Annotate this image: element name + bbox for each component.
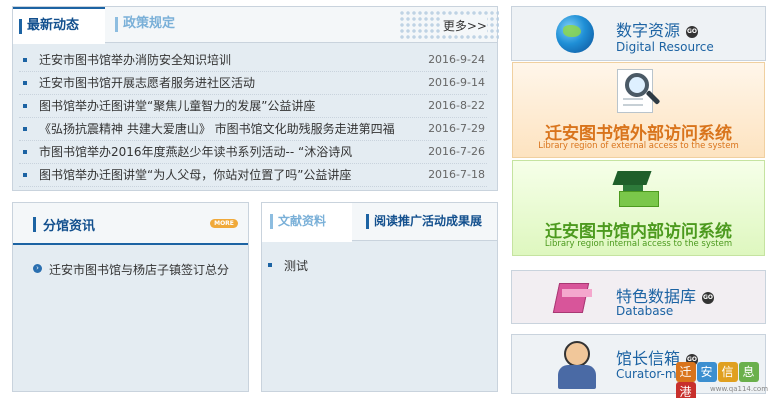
news-item[interactable]: 市图书馆举办2016年度燕赵少年读书系列活动-- “沐浴诗风 2016-7-26 [19,141,487,164]
internal-access-subtitle: Library region internal access to the sy… [544,239,733,249]
tab-policy[interactable]: 政策规定 [109,7,205,43]
news-title[interactable]: 《弘扬抗震精神 共建大爱唐山》 市图书馆文化助残服务走进第四福 [39,122,395,136]
watermark-char: 港 [676,382,696,398]
watermark-char: 安 [697,362,717,382]
watermark-url: www.qa114.com [710,385,769,393]
more-link[interactable]: 更多>> [440,17,487,34]
news-title[interactable]: 迁安市图书馆开展志愿者服务进社区活动 [39,76,255,90]
bullet-icon [23,173,27,177]
tab-label: 政策规定 [123,16,176,31]
news-tabs: 最新动态 政策规定 更多>> [13,7,499,44]
bullet-icon [23,127,27,131]
document-line [623,104,643,106]
tab-marker [115,17,118,32]
tab-reading-promotion[interactable]: 阅读推广活动成果展 [358,203,482,241]
internal-access-link[interactable]: 迁安图书馆内部访问系统 Library region internal acce… [512,160,765,256]
news-title[interactable]: 市图书馆举办2016年度燕赵少年读书系列活动-- “沐浴诗风 [39,145,352,159]
person-icon [564,341,590,367]
graduation-cap-icon [612,171,652,185]
news-date: 2016-8-22 [428,99,485,112]
news-title[interactable]: 图书馆举办迁图讲堂“为人父母，你站对位置了吗”公益讲座 [39,168,351,182]
arrow-circle-icon: › [33,264,42,273]
special-database-link[interactable]: 特色数据库 GO Database [511,270,766,324]
tab-latest-news[interactable]: 最新动态 [13,7,105,44]
docs-tabs: 文献资料 阅读推广活动成果展 [262,203,497,242]
globe-icon [556,15,594,53]
tab-label: 最新动态 [27,18,80,33]
news-date: 2016-7-29 [428,122,485,135]
document-line [623,98,643,100]
watermark-char: 迁 [676,362,696,382]
docs-item[interactable]: 测试 [268,257,308,274]
book-stack-icon [552,279,594,317]
news-date: 2016-9-14 [428,76,485,89]
news-item[interactable]: 迁安市图书馆举办消防安全知识培训 2016-9-24 [19,49,487,72]
bullet-icon [23,58,27,62]
bullet-icon [23,81,27,85]
news-title[interactable]: 图书馆举办迁图讲堂“聚焦儿童智力的发展”公益讲座 [39,99,315,113]
person-body [558,365,596,389]
news-item[interactable]: 迁安市图书馆开展志愿者服务进社区活动 2016-9-14 [19,72,487,95]
digital-resource-subtitle: Digital Resource [616,40,714,54]
special-database-subtitle: Database [616,304,674,318]
curator-mail-label: 馆长信箱 [616,349,681,368]
docs-item-title[interactable]: 测试 [284,259,308,273]
branch-news-panel: 分馆资讯 MORE › 迁安市图书馆与杨店子镇签订总分 [12,202,249,392]
tab-marker [366,214,369,229]
external-access-subtitle: Library region of external access to the… [538,141,739,151]
tab-marker [19,19,22,34]
bullet-icon [23,150,27,154]
book-cover [552,283,590,313]
news-date: 2016-9-24 [428,53,485,66]
tab-documents[interactable]: 文献资料 [262,203,352,242]
go-icon: GO [702,291,715,304]
news-date: 2016-7-18 [428,168,485,181]
docs-panel: 文献资料 阅读推广活动成果展 测试 [261,202,498,392]
title-marker [33,217,36,232]
book-pages [562,289,592,297]
digital-resource-label: 数字资源 [616,21,681,40]
branch-title: 分馆资讯 [43,219,96,234]
digital-resource-title: 数字资源 GO [616,17,699,41]
tab-label: 文献资料 [278,214,327,228]
news-title[interactable]: 迁安市图书馆举办消防安全知识培训 [39,53,231,67]
branch-news-item[interactable]: › 迁安市图书馆与杨店子镇签订总分 [33,261,229,278]
watermark-char: 信 [718,362,738,382]
tab-label: 阅读推广活动成果展 [374,214,483,228]
digital-resource-link[interactable]: 数字资源 GO Digital Resource [511,6,766,61]
book-icon [619,191,659,207]
more-button[interactable]: MORE [210,219,238,228]
news-item[interactable]: 图书馆举办迁图讲堂“为人父母，你站对位置了吗”公益讲座 2016-7-18 [19,164,487,187]
go-icon: GO [686,25,699,38]
news-item[interactable]: 图书馆举办迁图讲堂“聚焦儿童智力的发展”公益讲座 2016-8-22 [19,95,487,118]
external-access-link[interactable]: 迁安图书馆外部访问系统 Library region of external a… [512,62,765,158]
news-panel: 最新动态 政策规定 更多>> 迁安市图书馆举办消防安全知识培训 2016-9-24… [12,6,499,191]
bullet-icon [268,263,272,267]
branch-header: 分馆资讯 MORE [13,203,248,245]
watermark-char: 息 [739,362,759,382]
bullet-icon [23,104,27,108]
news-list: 迁安市图书馆举办消防安全知识培训 2016-9-24 迁安市图书馆开展志愿者服务进… [13,43,497,187]
news-date: 2016-7-26 [428,145,485,158]
news-item[interactable]: 《弘扬抗震精神 共建大爱唐山》 市图书馆文化助残服务走进第四福 2016-7-29 [19,118,487,141]
tab-marker [270,214,273,229]
branch-news-title[interactable]: 迁安市图书馆与杨店子镇签订总分 [49,263,229,277]
